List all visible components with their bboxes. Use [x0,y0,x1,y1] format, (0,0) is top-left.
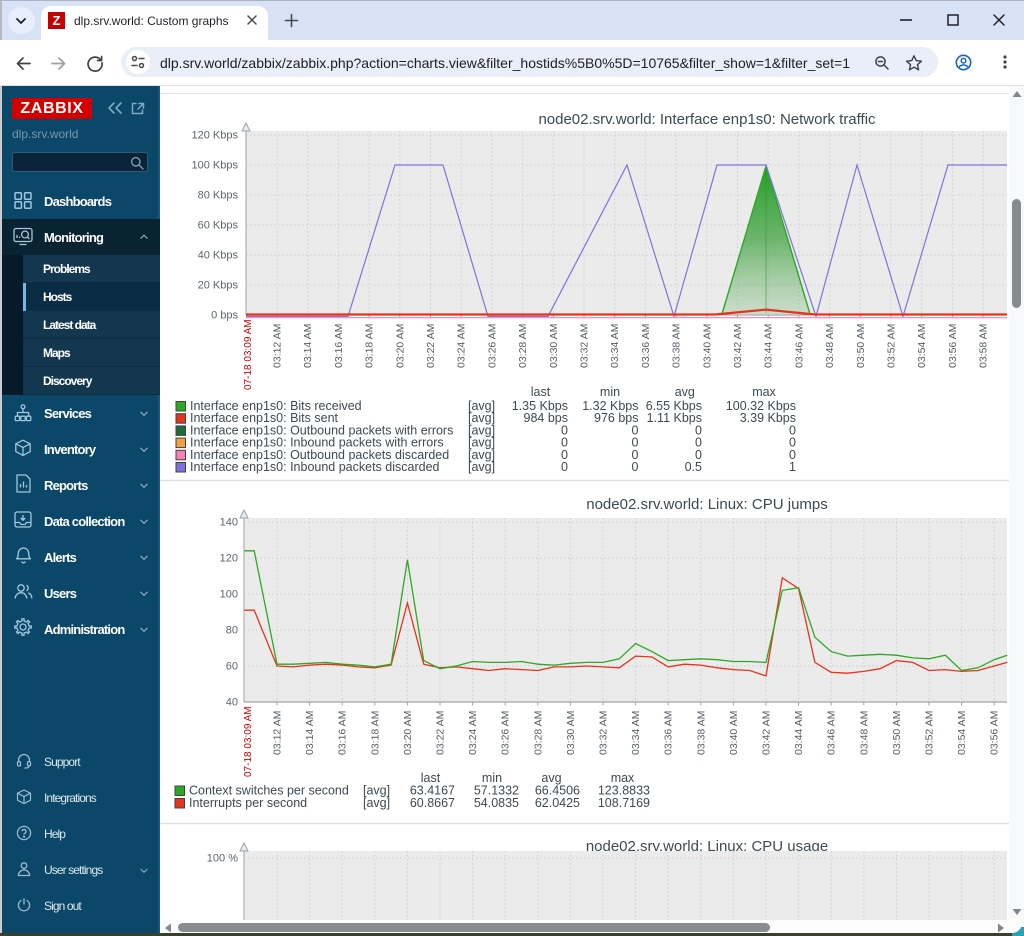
svg-text:100: 100 [220,589,238,601]
svg-text:03:24 AM: 03:24 AM [456,324,468,368]
svg-text:120: 120 [220,553,238,565]
svg-text:03:52 AM: 03:52 AM [924,711,936,755]
svg-text:60: 60 [226,661,238,673]
svg-text:03:48 AM: 03:48 AM [858,711,870,755]
svg-text:03:20 AM: 03:20 AM [394,324,406,368]
svg-text:03:50 AM: 03:50 AM [855,324,867,368]
svg-text:140: 140 [220,517,238,529]
svg-text:03:58 AM: 03:58 AM [978,324,990,368]
svg-text:03:42 AM: 03:42 AM [732,324,744,368]
svg-text:1.11 Kbps: 1.11 Kbps [647,411,702,425]
svg-text:03:42 AM: 03:42 AM [761,711,773,755]
svg-text:[avg]: [avg] [363,796,390,810]
svg-text:03:26 AM: 03:26 AM [486,324,498,368]
svg-text:03:22 AM: 03:22 AM [425,324,437,368]
svg-text:03:46 AM: 03:46 AM [793,324,805,368]
svg-text:03:36 AM: 03:36 AM [640,324,652,368]
svg-text:03:44 AM: 03:44 AM [763,324,775,368]
svg-text:03:38 AM: 03:38 AM [695,711,707,755]
svg-text:[avg]: [avg] [468,460,495,474]
svg-text:60 Kbps: 60 Kbps [198,220,239,232]
svg-text:03:22 AM: 03:22 AM [435,711,447,755]
svg-text:max: max [752,385,776,399]
svg-text:03:40 AM: 03:40 AM [701,324,713,368]
svg-text:03:18 AM: 03:18 AM [369,711,381,755]
svg-text:03:14 AM: 03:14 AM [304,711,316,755]
svg-text:node02.srv.world: Linux: CPU j: node02.srv.world: Linux: CPU jumps [586,496,828,513]
svg-text:0: 0 [632,460,639,474]
svg-text:120 Kbps: 120 Kbps [192,130,239,142]
svg-text:40 Kbps: 40 Kbps [198,250,239,262]
svg-text:108.7169: 108.7169 [598,796,650,810]
svg-text:03:38 AM: 03:38 AM [671,324,683,368]
svg-text:1: 1 [789,460,796,474]
svg-text:03:16 AM: 03:16 AM [333,324,345,368]
svg-text:03:48 AM: 03:48 AM [824,324,836,368]
svg-text:Interrupts per second: Interrupts per second [189,796,307,810]
svg-text:03:28 AM: 03:28 AM [517,324,529,368]
svg-text:03:32 AM: 03:32 AM [579,324,591,368]
svg-text:03:16 AM: 03:16 AM [337,711,349,755]
svg-text:20 Kbps: 20 Kbps [198,280,239,292]
svg-text:Interface enp1s0: Inbound pack: Interface enp1s0: Inbound packets discar… [190,460,440,474]
svg-text:62.0425: 62.0425 [535,796,580,810]
svg-text:03:18 AM: 03:18 AM [364,324,376,368]
svg-text:07-18 03:09 AM: 07-18 03:09 AM [243,319,254,390]
svg-text:03:50 AM: 03:50 AM [891,711,903,755]
svg-text:03:14 AM: 03:14 AM [302,324,314,368]
svg-text:03:24 AM: 03:24 AM [467,711,479,755]
svg-text:03:36 AM: 03:36 AM [663,711,675,755]
svg-text:54.0835: 54.0835 [474,796,519,810]
svg-text:03:54 AM: 03:54 AM [916,324,928,368]
svg-text:0 bps: 0 bps [211,310,238,322]
svg-text:03:34 AM: 03:34 AM [609,324,621,368]
svg-text:100 Kbps: 100 Kbps [192,160,239,172]
svg-text:03:54 AM: 03:54 AM [956,711,968,755]
svg-text:60.8667: 60.8667 [410,796,455,810]
svg-text:80: 80 [226,625,238,637]
svg-text:03:56 AM: 03:56 AM [947,324,959,368]
svg-text:03:30 AM: 03:30 AM [565,711,577,755]
svg-text:03:28 AM: 03:28 AM [532,711,544,755]
svg-text:03:26 AM: 03:26 AM [500,711,512,755]
svg-text:100 %: 100 % [207,853,238,865]
svg-text:03:12 AM: 03:12 AM [272,324,284,368]
svg-text:0.5: 0.5 [685,460,702,474]
svg-text:03:30 AM: 03:30 AM [548,324,560,368]
svg-text:03:20 AM: 03:20 AM [402,711,414,755]
svg-text:03:44 AM: 03:44 AM [793,711,805,755]
svg-text:03:32 AM: 03:32 AM [598,711,610,755]
svg-text:07-18 03:09 AM: 07-18 03:09 AM [243,706,254,777]
svg-text:03:52 AM: 03:52 AM [886,324,898,368]
svg-text:03:56 AM: 03:56 AM [989,711,1001,755]
svg-text:min: min [600,385,620,399]
svg-text:3.39 Kbps: 3.39 Kbps [740,411,796,425]
svg-text:03:34 AM: 03:34 AM [630,711,642,755]
svg-text:last: last [531,385,551,399]
svg-text:03:12 AM: 03:12 AM [272,711,284,755]
svg-text:03:40 AM: 03:40 AM [728,711,740,755]
svg-text:40: 40 [226,697,238,709]
svg-text:avg: avg [675,385,695,399]
svg-text:80 Kbps: 80 Kbps [198,190,239,202]
svg-text:03:46 AM: 03:46 AM [826,711,838,755]
svg-text:0: 0 [561,460,568,474]
svg-text:node02.srv.world: Interface en: node02.srv.world: Interface enp1s0: Netw… [538,111,876,128]
